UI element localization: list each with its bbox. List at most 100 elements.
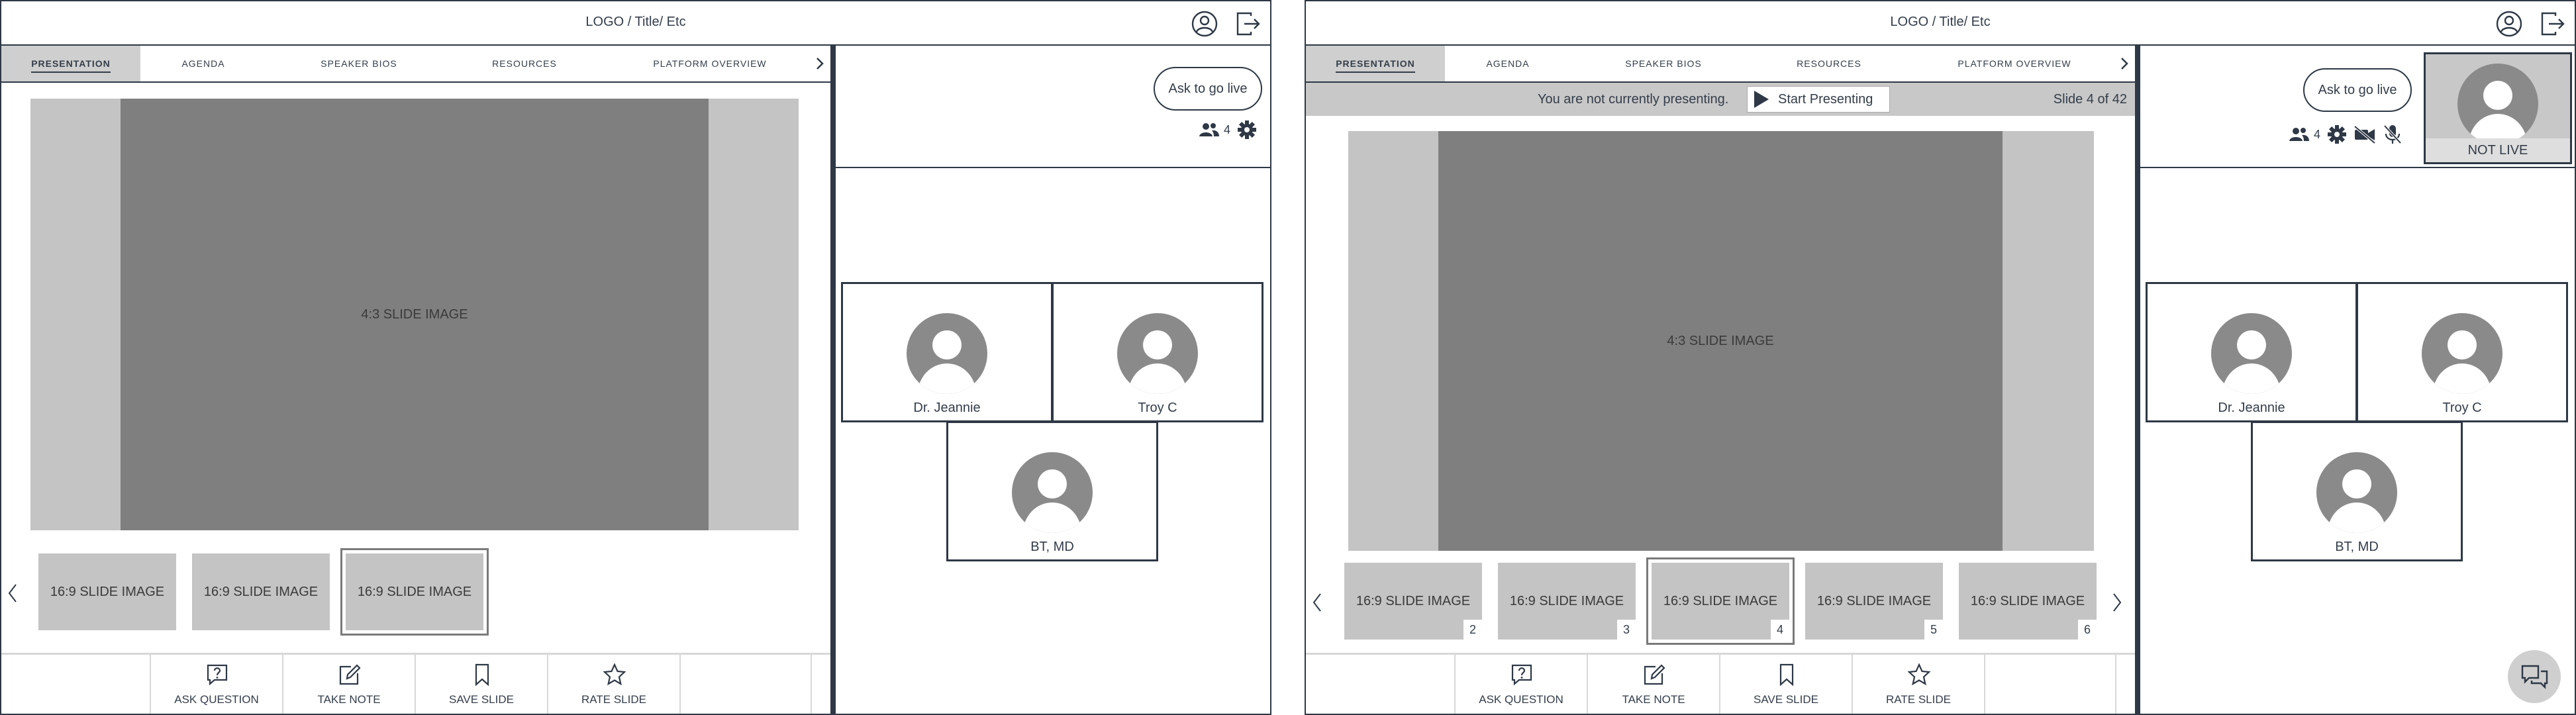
rate-slide-button[interactable]: RATE SLIDE <box>1852 655 1984 714</box>
participant-tile[interactable]: Dr. Jeannie <box>841 282 1053 422</box>
tab-presentation[interactable]: PRESENTATION <box>1306 46 1445 81</box>
gear-icon <box>2328 125 2347 144</box>
bookmark-icon <box>475 663 489 687</box>
action-bar-empty-slot <box>679 655 812 714</box>
chevron-right-icon <box>817 58 824 70</box>
live-controls: Ask to go live 4 NOT LIVE <box>2140 46 2575 168</box>
tab-platform-overview[interactable]: PLATFORM OVERVIEW <box>1928 46 2101 81</box>
action-bar: ASK QUESTION TAKE NOTE SAVE SLIDE RATE S… <box>1 653 830 714</box>
presenter-screen: LOGO / Title/ Etc PRESENTATION AGENDA SP… <box>1305 0 2576 715</box>
settings-button[interactable] <box>2327 124 2347 144</box>
save-slide-button[interactable]: SAVE SLIDE <box>415 655 547 714</box>
top-bar: LOGO / Title/ Etc <box>1 1 1270 46</box>
session-controls: 4 <box>1199 120 1263 140</box>
panel-divider <box>830 46 836 714</box>
take-note-button[interactable]: TAKE NOTE <box>1587 655 1719 714</box>
take-note-button[interactable]: TAKE NOTE <box>282 655 415 714</box>
tab-agenda[interactable]: AGENDA <box>1445 46 1571 81</box>
logout-button[interactable] <box>2538 9 2568 39</box>
thumbnails-prev-button[interactable] <box>1307 589 1327 616</box>
participant-name: Dr. Jeannie <box>913 401 981 415</box>
star-icon <box>1907 663 1931 686</box>
bookmark-icon <box>1779 663 1794 687</box>
camera-toggle-button[interactable] <box>2353 125 2376 144</box>
chat-button[interactable] <box>2508 650 2561 703</box>
rate-slide-button[interactable]: RATE SLIDE <box>547 655 679 714</box>
presenter-status-bar: You are not currently presenting. Start … <box>1306 83 2135 116</box>
tab-speaker-bios[interactable]: SPEAKER BIOS <box>1584 46 1743 81</box>
start-presenting-button[interactable]: Start Presenting <box>1747 86 1890 113</box>
user-circle-icon <box>2496 11 2522 37</box>
slide-number: 3 <box>1617 620 1636 640</box>
live-status-label: NOT LIVE <box>2426 138 2570 162</box>
tab-bar: PRESENTATION AGENDA SPEAKER BIOS RESOURC… <box>1306 46 2135 83</box>
action-bar-empty-slot <box>1984 655 2116 714</box>
participant-tile[interactable]: BT, MD <box>946 421 1158 561</box>
attendee-count[interactable]: 4 <box>2289 126 2320 142</box>
profile-button[interactable] <box>2494 9 2524 39</box>
avatar-icon <box>2457 64 2538 144</box>
slide-thumbnail-selected[interactable]: 16:9 SLIDE IMAGE 4 <box>1646 557 1795 645</box>
question-bubble-icon <box>1511 664 1532 686</box>
presenting-status-text: You are not currently presenting. <box>1538 92 1729 107</box>
participant-name: Troy C <box>2442 401 2482 415</box>
tab-speaker-bios[interactable]: SPEAKER BIOS <box>279 46 438 81</box>
slide-thumbnail[interactable]: 16:9 SLIDE IMAGE 6 <box>1959 563 2097 640</box>
slide-thumbnail[interactable]: 16:9 SLIDE IMAGE <box>38 553 176 630</box>
edit-note-icon <box>339 664 361 685</box>
logout-button[interactable] <box>1233 9 1263 39</box>
participant-tile[interactable]: Troy C <box>1052 282 1263 422</box>
participant-name: BT, MD <box>1030 540 1074 554</box>
ask-question-button[interactable]: ASK QUESTION <box>150 655 282 714</box>
ask-question-button[interactable]: ASK QUESTION <box>1454 655 1587 714</box>
mic-toggle-button[interactable] <box>2383 124 2403 145</box>
panel-divider <box>2135 46 2140 714</box>
tab-resources[interactable]: RESOURCES <box>452 46 597 81</box>
main-slide-image: 4:3 SLIDE IMAGE <box>121 99 709 530</box>
slide-counter: Slide 4 of 42 <box>2053 92 2127 107</box>
logout-icon <box>1236 12 1260 36</box>
slide-thumbnail[interactable]: 16:9 SLIDE IMAGE 5 <box>1805 563 1943 640</box>
participant-tile[interactable]: Dr. Jeannie <box>2146 282 2357 422</box>
top-bar: LOGO / Title/ Etc <box>1306 1 2575 46</box>
star-icon <box>603 663 626 686</box>
slide-number: 5 <box>1924 620 1943 640</box>
app-title: LOGO / Title/ Etc <box>1890 15 1991 29</box>
play-icon <box>1754 91 1769 108</box>
ask-to-go-live-button[interactable]: Ask to go live <box>2303 68 2412 112</box>
profile-button[interactable] <box>1189 9 1220 39</box>
chevron-right-icon <box>2113 593 2122 612</box>
thumbnails-next-button[interactable] <box>2107 589 2127 616</box>
chevron-right-icon <box>2121 58 2128 70</box>
slide-thumbnail[interactable]: 16:9 SLIDE IMAGE <box>192 553 330 630</box>
chat-icon <box>2521 665 2548 689</box>
live-controls: Ask to go live 4 <box>836 46 1270 168</box>
avatar-icon <box>1117 313 1198 394</box>
viewer-screen: LOGO / Title/ Etc PRESENTATION AGENDA SP… <box>0 0 1271 715</box>
people-icon <box>1199 123 1219 136</box>
main-slide: 4:3 SLIDE IMAGE <box>30 99 799 530</box>
chevron-left-icon <box>1313 593 1321 612</box>
slide-thumbnail[interactable]: 16:9 SLIDE IMAGE 2 <box>1344 563 1482 640</box>
tab-platform-overview[interactable]: PLATFORM OVERVIEW <box>624 46 796 81</box>
ask-to-go-live-button[interactable]: Ask to go live <box>1154 67 1262 111</box>
slide-thumbnail[interactable]: 16:9 SLIDE IMAGE 3 <box>1498 563 1636 640</box>
participant-tile[interactable]: BT, MD <box>2251 421 2463 561</box>
attendee-count[interactable]: 4 <box>1199 122 1230 138</box>
settings-button[interactable] <box>1237 120 1257 140</box>
participant-name: Troy C <box>1138 401 1177 415</box>
session-controls: 4 <box>2289 124 2409 145</box>
tab-scroll-right-button[interactable] <box>2115 46 2134 81</box>
tab-presentation[interactable]: PRESENTATION <box>1 46 140 81</box>
tab-scroll-right-button[interactable] <box>811 46 829 81</box>
question-bubble-icon <box>207 664 228 686</box>
thumbnails-prev-button[interactable] <box>3 580 23 606</box>
participant-tile[interactable]: Troy C <box>2356 282 2568 422</box>
participant-name: BT, MD <box>2335 540 2379 554</box>
save-slide-button[interactable]: SAVE SLIDE <box>1719 655 1852 714</box>
slide-thumbnail-selected[interactable]: 16:9 SLIDE IMAGE <box>340 548 489 636</box>
camera-off-icon <box>2353 125 2376 144</box>
tab-resources[interactable]: RESOURCES <box>1756 46 1902 81</box>
tab-bar: PRESENTATION AGENDA SPEAKER BIOS RESOURC… <box>1 46 830 83</box>
tab-agenda[interactable]: AGENDA <box>140 46 266 81</box>
